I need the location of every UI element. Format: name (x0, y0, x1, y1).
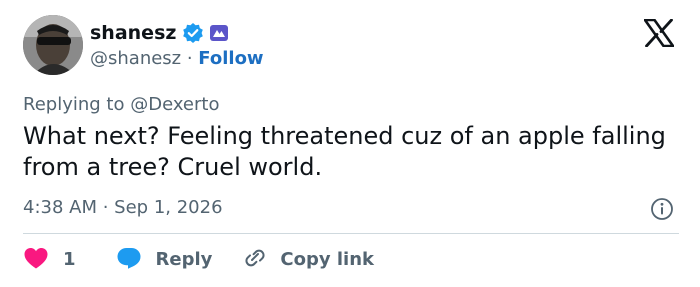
reply-bubble-icon (116, 246, 142, 274)
copy-link-button[interactable]: Copy link (242, 246, 374, 274)
author-handle[interactable]: @shanesz (90, 48, 181, 69)
heart-icon (23, 246, 49, 274)
reply-button[interactable]: Reply (116, 246, 213, 274)
timestamp-separator: · (97, 197, 115, 218)
handle-row: @shanesz · Follow (90, 47, 264, 71)
tweet-text: What next? Feeling threatened cuz of an … (23, 122, 666, 181)
verified-check-icon (182, 22, 204, 44)
copy-link-label: Copy link (280, 249, 374, 270)
like-count: 1 (63, 249, 76, 270)
link-icon (242, 246, 268, 274)
avatar[interactable] (23, 15, 83, 75)
divider (23, 233, 679, 234)
affiliate-badge-icon (209, 24, 229, 42)
replying-to-line: Replying to @Dexerto (23, 93, 219, 117)
follow-button[interactable]: Follow (198, 48, 263, 69)
author-display-name[interactable]: shanesz (90, 20, 176, 46)
tweet-date[interactable]: Sep 1, 2026 (114, 197, 222, 218)
action-bar: 1 Reply Copy link (23, 247, 374, 273)
replying-prefix: Replying to (23, 94, 131, 115)
reply-label: Reply (155, 249, 213, 270)
replying-to-handle[interactable]: @Dexerto (130, 94, 219, 115)
info-icon[interactable] (650, 197, 674, 221)
x-logo-icon[interactable] (643, 18, 675, 48)
timestamp[interactable]: 4:38 AM · Sep 1, 2026 (23, 196, 223, 220)
author-name-row: shanesz (90, 20, 229, 46)
handle-separator: · (181, 48, 199, 69)
like-button[interactable]: 1 (23, 246, 76, 274)
tweet-time[interactable]: 4:38 AM (23, 197, 97, 218)
